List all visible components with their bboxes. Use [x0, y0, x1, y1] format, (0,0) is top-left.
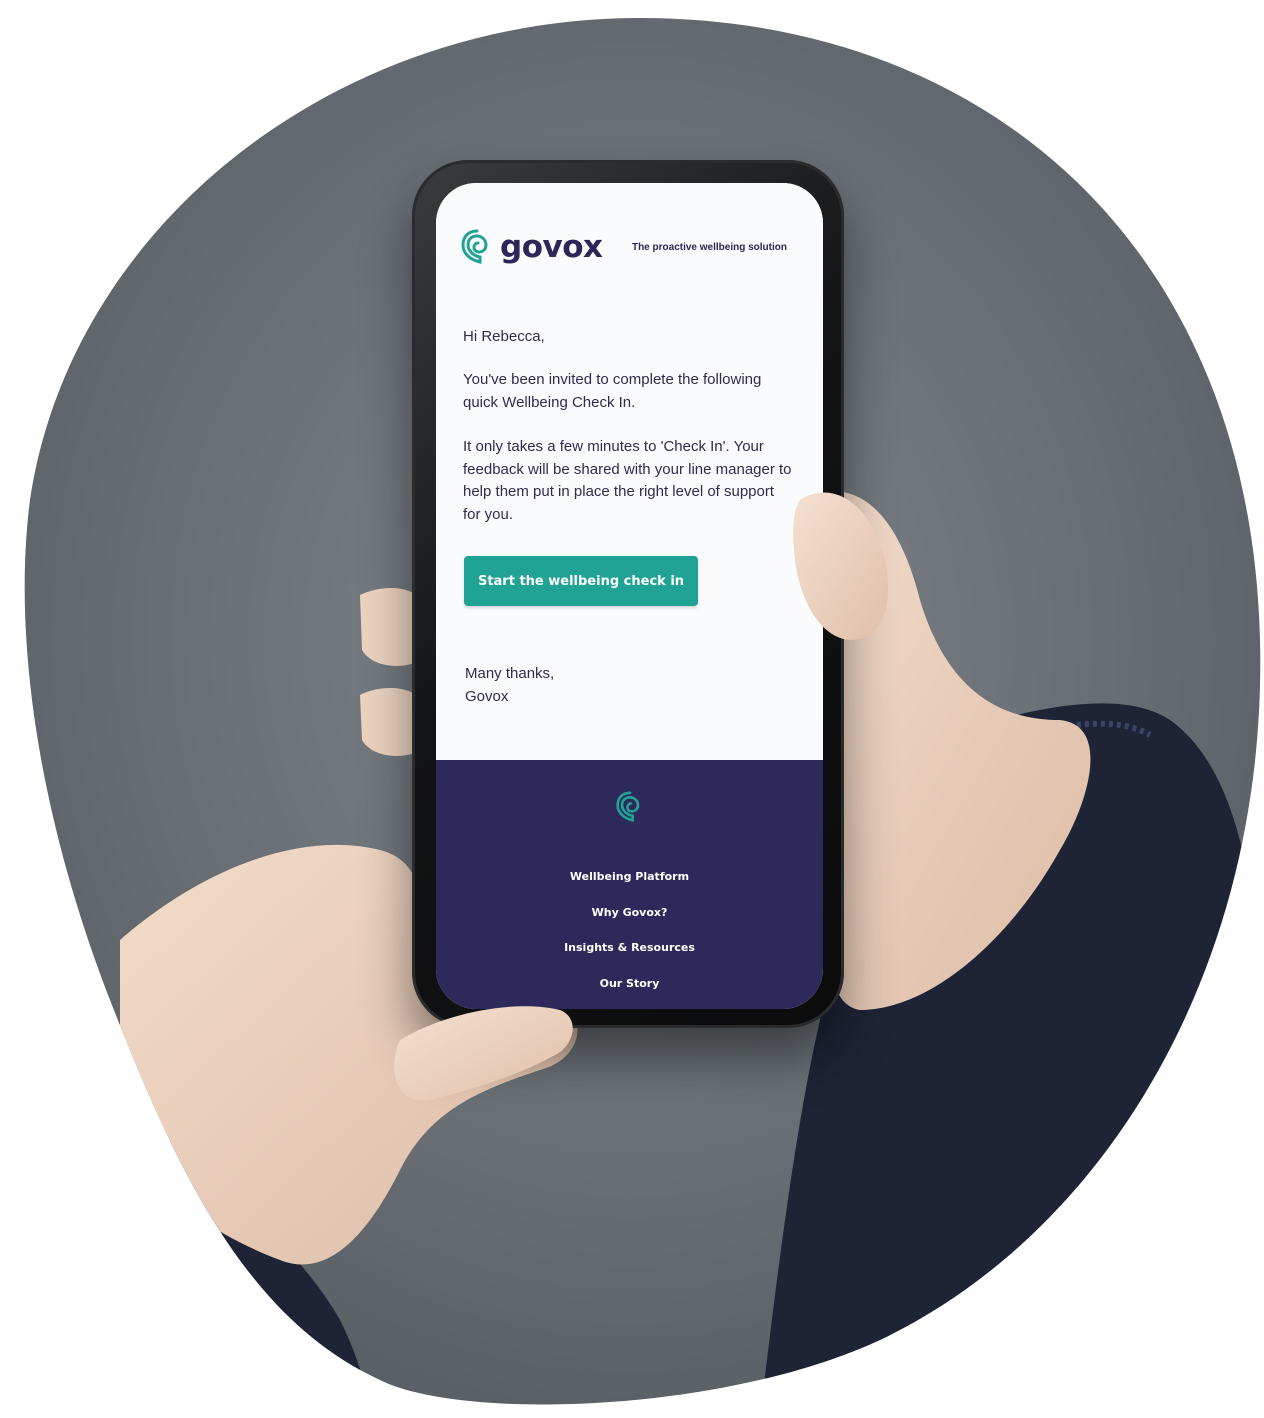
govox-logo[interactable]: govox [460, 227, 603, 267]
email-signoff: Many thanks, Govox [465, 662, 554, 708]
footer-link-item: Insights & Resources [436, 939, 823, 975]
signoff-line-2: Govox [465, 688, 509, 705]
footer-link-insights-resources[interactable]: Insights & Resources [564, 941, 695, 954]
email-paragraph-2: It only takes a few minutes to 'Check In… [463, 438, 792, 523]
email-body: govox The proactive wellbeing solution H… [436, 183, 823, 760]
brand-tagline: The proactive wellbeing solution [631, 242, 787, 253]
email-paragraph-1: You've been invited to complete the foll… [463, 371, 762, 411]
footer-link-why-govox[interactable]: Why Govox? [592, 906, 668, 919]
footer-link-our-story[interactable]: Our Story [600, 977, 660, 990]
left-fingers [360, 588, 420, 666]
footer-link-item: Wellbeing Platform [436, 868, 823, 904]
govox-mark-icon [616, 791, 640, 822]
footer-link-item: Our Story [436, 975, 823, 1010]
footer-link-wellbeing-platform[interactable]: Wellbeing Platform [570, 870, 689, 883]
photo-scene: govox The proactive wellbeing solution H… [0, 0, 1264, 1418]
email-footer: Wellbeing Platform Why Govox? Insights &… [436, 760, 823, 1009]
footer-nav: Wellbeing Platform Why Govox? Insights &… [436, 868, 823, 1009]
footer-link-item: Why Govox? [436, 904, 823, 940]
logo-wordmark: govox [500, 229, 603, 265]
start-check-in-button[interactable]: Start the wellbeing check in [464, 556, 698, 606]
email-greeting: Hi Rebecca, [463, 328, 545, 345]
govox-mark-icon [461, 229, 488, 264]
signoff-line-1: Many thanks, [465, 665, 555, 682]
phone-screen: govox The proactive wellbeing solution H… [436, 183, 823, 1009]
